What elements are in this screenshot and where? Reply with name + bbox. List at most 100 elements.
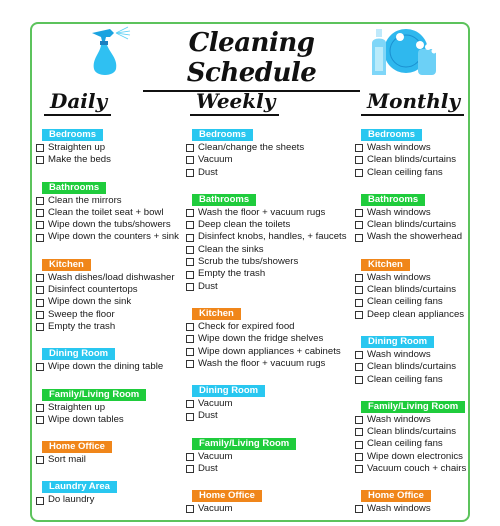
- checklist-item[interactable]: Vacuum: [186, 503, 351, 515]
- checklist-item[interactable]: Wipe down the sink: [36, 296, 186, 308]
- checklist-item[interactable]: Wipe down the fridge shelves: [186, 333, 351, 345]
- checkbox[interactable]: [186, 258, 194, 267]
- checklist-item[interactable]: Wash windows: [355, 272, 470, 284]
- checklist-item[interactable]: Dust: [186, 410, 351, 422]
- checklist-item[interactable]: Wash the floor + vacuum rugs: [186, 207, 351, 219]
- checkbox[interactable]: [355, 298, 363, 307]
- checkbox[interactable]: [186, 209, 194, 218]
- checkbox[interactable]: [355, 465, 363, 474]
- checklist-item[interactable]: Clean blinds/curtains: [355, 284, 470, 296]
- checklist-item[interactable]: Deep clean the toilets: [186, 219, 351, 231]
- checkbox[interactable]: [186, 347, 194, 356]
- checklist-item[interactable]: Vacuum: [186, 398, 351, 410]
- checklist-item[interactable]: Clean/change the sheets: [186, 142, 351, 154]
- checklist-item[interactable]: Make the beds: [36, 154, 186, 166]
- checkbox[interactable]: [355, 144, 363, 153]
- checkbox[interactable]: [36, 273, 44, 282]
- checklist-item[interactable]: Dust: [186, 167, 351, 179]
- checklist-item[interactable]: Straighten up: [36, 402, 186, 414]
- checkbox[interactable]: [355, 428, 363, 437]
- checklist-item[interactable]: Clean blinds/curtains: [355, 219, 470, 231]
- checklist-item[interactable]: Vacuum: [186, 451, 351, 463]
- checklist-item[interactable]: Vacuum: [186, 154, 351, 166]
- checkbox[interactable]: [186, 282, 194, 291]
- checkbox[interactable]: [186, 233, 194, 242]
- checklist-item[interactable]: Wash windows: [355, 142, 470, 154]
- checklist-item[interactable]: Wipe down electronics: [355, 451, 470, 463]
- checkbox[interactable]: [186, 144, 194, 153]
- checklist-item[interactable]: Disinfect knobs, handles, + faucets: [186, 231, 351, 243]
- checkbox[interactable]: [355, 416, 363, 424]
- checklist-item[interactable]: Clean the sinks: [186, 244, 351, 256]
- checkbox[interactable]: [36, 233, 44, 242]
- checkbox[interactable]: [186, 168, 194, 177]
- checklist-item[interactable]: Wipe down appliances + cabinets: [186, 346, 351, 358]
- checkbox[interactable]: [36, 221, 44, 230]
- checkbox[interactable]: [186, 221, 194, 230]
- checkbox[interactable]: [36, 209, 44, 218]
- checkbox[interactable]: [355, 351, 363, 360]
- checklist-item[interactable]: Clean blinds/curtains: [355, 426, 470, 438]
- checkbox[interactable]: [186, 412, 194, 421]
- checklist-item[interactable]: Dust: [186, 463, 351, 475]
- checklist-item[interactable]: Check for expired food: [186, 321, 351, 333]
- checklist-item[interactable]: Clean blinds/curtains: [355, 154, 470, 166]
- checkbox[interactable]: [36, 403, 44, 412]
- checkbox[interactable]: [186, 452, 194, 461]
- checklist-item[interactable]: Deep clean appliances: [355, 309, 470, 321]
- checkbox[interactable]: [355, 375, 363, 384]
- checkbox[interactable]: [355, 273, 363, 282]
- checkbox[interactable]: [355, 156, 363, 165]
- checklist-item[interactable]: Clean ceiling fans: [355, 438, 470, 450]
- checkbox[interactable]: [355, 221, 363, 230]
- checkbox[interactable]: [355, 505, 363, 514]
- checklist-item[interactable]: Wash windows: [355, 349, 470, 361]
- checklist-item[interactable]: Clean blinds/curtains: [355, 361, 470, 373]
- checkbox[interactable]: [355, 209, 363, 218]
- checkbox[interactable]: [36, 310, 44, 319]
- checkbox[interactable]: [355, 168, 363, 177]
- checkbox[interactable]: [36, 196, 44, 205]
- checklist-item[interactable]: Wipe down tables: [36, 414, 186, 426]
- checklist-item[interactable]: Wash the floor + vacuum rugs: [186, 358, 351, 370]
- checkbox[interactable]: [36, 363, 44, 372]
- checkbox[interactable]: [36, 416, 44, 424]
- checkbox[interactable]: [186, 465, 194, 474]
- checkbox[interactable]: [36, 144, 44, 153]
- checkbox[interactable]: [186, 360, 194, 368]
- checkbox[interactable]: [355, 310, 363, 319]
- checklist-item[interactable]: Clean the mirrors: [36, 195, 186, 207]
- checklist-item[interactable]: Empty the trash: [186, 268, 351, 280]
- checklist-item[interactable]: Dust: [186, 281, 351, 293]
- checkbox[interactable]: [186, 400, 194, 409]
- checklist-item[interactable]: Disinfect countertops: [36, 284, 186, 296]
- checkbox[interactable]: [186, 505, 194, 514]
- checklist-item[interactable]: Clean ceiling fans: [355, 374, 470, 386]
- checkbox[interactable]: [36, 156, 44, 165]
- checklist-item[interactable]: Wash windows: [355, 207, 470, 219]
- checklist-item[interactable]: Clean the toilet seat + bowl: [36, 207, 186, 219]
- checklist-item[interactable]: Wash dishes/load dishwasher: [36, 272, 186, 284]
- checklist-item[interactable]: Clean ceiling fans: [355, 167, 470, 179]
- checklist-item[interactable]: Straighten up: [36, 142, 186, 154]
- checkbox[interactable]: [36, 496, 44, 505]
- checkbox[interactable]: [355, 363, 363, 372]
- checklist-item[interactable]: Sweep the floor: [36, 309, 186, 321]
- checklist-item[interactable]: Empty the trash: [36, 321, 186, 333]
- checklist-item[interactable]: Clean ceiling fans: [355, 296, 470, 308]
- checkbox[interactable]: [186, 245, 194, 254]
- checklist-item[interactable]: Wash windows: [355, 503, 470, 515]
- checklist-item[interactable]: Scrub the tubs/showers: [186, 256, 351, 268]
- checkbox[interactable]: [186, 156, 194, 165]
- checkbox[interactable]: [36, 286, 44, 295]
- checkbox[interactable]: [186, 323, 194, 332]
- checklist-item[interactable]: Wipe down the dining table: [36, 361, 186, 373]
- checkbox[interactable]: [355, 440, 363, 449]
- checkbox[interactable]: [355, 233, 363, 242]
- checkbox[interactable]: [186, 270, 194, 279]
- checklist-item[interactable]: Wash the showerhead: [355, 231, 470, 243]
- checklist-item[interactable]: Sort mail: [36, 454, 186, 466]
- checkbox[interactable]: [355, 286, 363, 295]
- checkbox[interactable]: [355, 452, 363, 461]
- checkbox[interactable]: [36, 456, 44, 465]
